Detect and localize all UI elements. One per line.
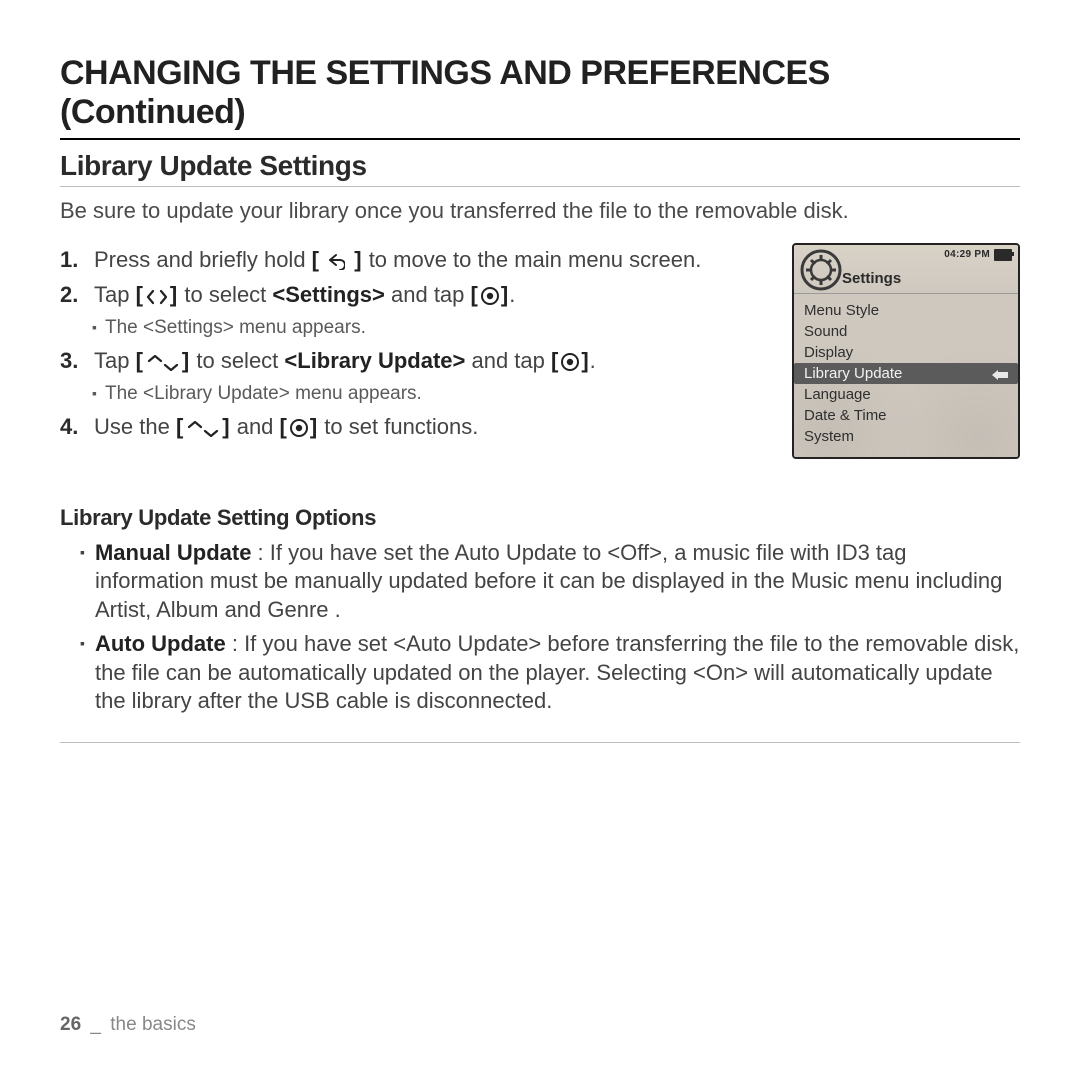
text: Use the xyxy=(94,414,176,439)
bracket: [ xyxy=(551,348,559,373)
step-body: Use the [] and [] to set functions. xyxy=(94,412,774,441)
bracket: [ xyxy=(176,414,184,439)
step-body: Press and briefly hold [ ] to move to th… xyxy=(94,245,774,274)
text: and tap xyxy=(385,282,471,307)
bracket: [ xyxy=(136,348,144,373)
page-footer: 26 _ the basics xyxy=(60,1014,196,1036)
section-heading: Library Update Settings xyxy=(60,150,1020,187)
text: . xyxy=(509,282,515,307)
device-menu-label: Date & Time xyxy=(804,407,887,424)
text: to select xyxy=(178,282,272,307)
step-body: Tap [] to select <Settings> and tap []. xyxy=(94,280,774,309)
ok-icon xyxy=(561,352,579,372)
text: to set functions. xyxy=(318,414,478,439)
bracket: ] xyxy=(581,348,589,373)
text: Tap xyxy=(94,348,136,373)
battery-icon xyxy=(994,249,1012,261)
option-auto-update: ▪ Auto Update : If you have set <Auto Up… xyxy=(80,630,1020,716)
bullet-icon: ▪ xyxy=(80,539,85,565)
bracket: ] xyxy=(347,247,362,272)
device-menu-item: System xyxy=(794,426,1018,447)
device-header: Settings 04:29 PM xyxy=(794,245,1018,294)
up-down-icon xyxy=(146,353,180,373)
step-2: 2. Tap [] to select <Settings> and tap [… xyxy=(60,280,774,309)
device-menu-label: Display xyxy=(804,344,853,361)
text: to select xyxy=(190,348,284,373)
gear-icon xyxy=(800,249,842,291)
bracket: [ xyxy=(471,282,479,307)
device-screenshot: Settings 04:29 PM Menu Style Sound Display… xyxy=(792,243,1020,459)
device-menu-label: System xyxy=(804,428,854,445)
footer-section: the basics xyxy=(110,1014,196,1035)
device-clock: 04:29 PM xyxy=(944,249,990,260)
steps-list: 1. Press and briefly hold [ ] to move to… xyxy=(60,239,774,447)
bracket: ] xyxy=(170,282,178,307)
section-intro: Be sure to update your library once you … xyxy=(60,197,1020,225)
option-label: Auto Update xyxy=(95,631,226,656)
libupdate-ref: <Library Update> xyxy=(284,348,465,373)
page: CHANGING THE SETTINGS AND PREFERENCES (C… xyxy=(0,0,1080,1080)
bracket: [ xyxy=(136,282,144,307)
text: . xyxy=(590,348,596,373)
step-3: 3. Tap [] to select <Library Update> and… xyxy=(60,346,774,375)
device-menu-item: Library Update xyxy=(794,363,1018,384)
device-menu-label: Language xyxy=(804,386,871,403)
text: The <Settings> menu appears. xyxy=(105,315,366,340)
device-menu-item: Sound xyxy=(794,321,1018,342)
step-3-sub: ▪ The <Library Update> menu appears. xyxy=(92,381,774,406)
options-heading: Library Update Setting Options xyxy=(60,505,1020,531)
bullet-icon: ▪ xyxy=(92,381,97,405)
device-menu-list: Menu Style Sound Display Library Update Lang… xyxy=(794,294,1018,457)
bracket: [ xyxy=(280,414,288,439)
step-number: 4. xyxy=(60,412,88,441)
bracket: ] xyxy=(501,282,509,307)
device-menu-item: Language xyxy=(794,384,1018,405)
page-title: CHANGING THE SETTINGS AND PREFERENCES (C… xyxy=(60,54,1020,140)
text: Auto Update : If you have set <Auto Upda… xyxy=(95,630,1020,716)
device-menu-label: Sound xyxy=(804,323,847,340)
step-number: 1. xyxy=(60,245,88,274)
text: and xyxy=(231,414,280,439)
device-menu-item: Display xyxy=(794,342,1018,363)
option-text: : If you have set <Auto Update> before t… xyxy=(95,631,1019,713)
page-number: 26 xyxy=(60,1014,81,1035)
device-menu-label: Library Update xyxy=(804,365,902,382)
device-menu-item: Date & Time xyxy=(794,405,1018,426)
text: and tap xyxy=(465,348,551,373)
step-2-sub: ▪ The <Settings> menu appears. xyxy=(92,315,774,340)
text: Manual Update : If you have set the Auto… xyxy=(95,539,1020,625)
step-1: 1. Press and briefly hold [ ] to move to… xyxy=(60,245,774,274)
bracket: ] xyxy=(310,414,318,439)
left-right-icon xyxy=(146,287,168,307)
bracket: ] xyxy=(222,414,230,439)
bracket: [ xyxy=(312,247,327,272)
options-list: ▪ Manual Update : If you have set the Au… xyxy=(60,539,1020,744)
bullet-icon: ▪ xyxy=(92,315,97,339)
device-menu-label: Menu Style xyxy=(804,302,879,319)
text: The <Library Update> menu appears. xyxy=(105,381,422,406)
step-4: 4. Use the [] and [] to set functions. xyxy=(60,412,774,441)
bracket: ] xyxy=(182,348,190,373)
bullet-icon: ▪ xyxy=(80,630,85,656)
steps-and-device-row: 1. Press and briefly hold [ ] to move to… xyxy=(60,239,1020,459)
option-manual-update: ▪ Manual Update : If you have set the Au… xyxy=(80,539,1020,625)
device-menu-item: Menu Style xyxy=(794,300,1018,321)
text: Press and briefly hold xyxy=(94,247,312,272)
pointer-icon xyxy=(990,365,1010,381)
up-down-icon xyxy=(186,419,220,439)
step-body: Tap [] to select <Library Update> and ta… xyxy=(94,346,774,375)
device-status: 04:29 PM xyxy=(944,249,1012,261)
step-number: 3. xyxy=(60,346,88,375)
settings-ref: <Settings> xyxy=(272,282,384,307)
text: Tap xyxy=(94,282,136,307)
ok-icon xyxy=(290,418,308,438)
step-number: 2. xyxy=(60,280,88,309)
text: to move to the main menu screen. xyxy=(363,247,702,272)
option-label: Manual Update xyxy=(95,540,251,565)
device-title: Settings xyxy=(842,270,901,287)
ok-icon xyxy=(481,286,499,306)
back-icon xyxy=(329,251,345,271)
footer-sep: _ xyxy=(90,1014,101,1035)
